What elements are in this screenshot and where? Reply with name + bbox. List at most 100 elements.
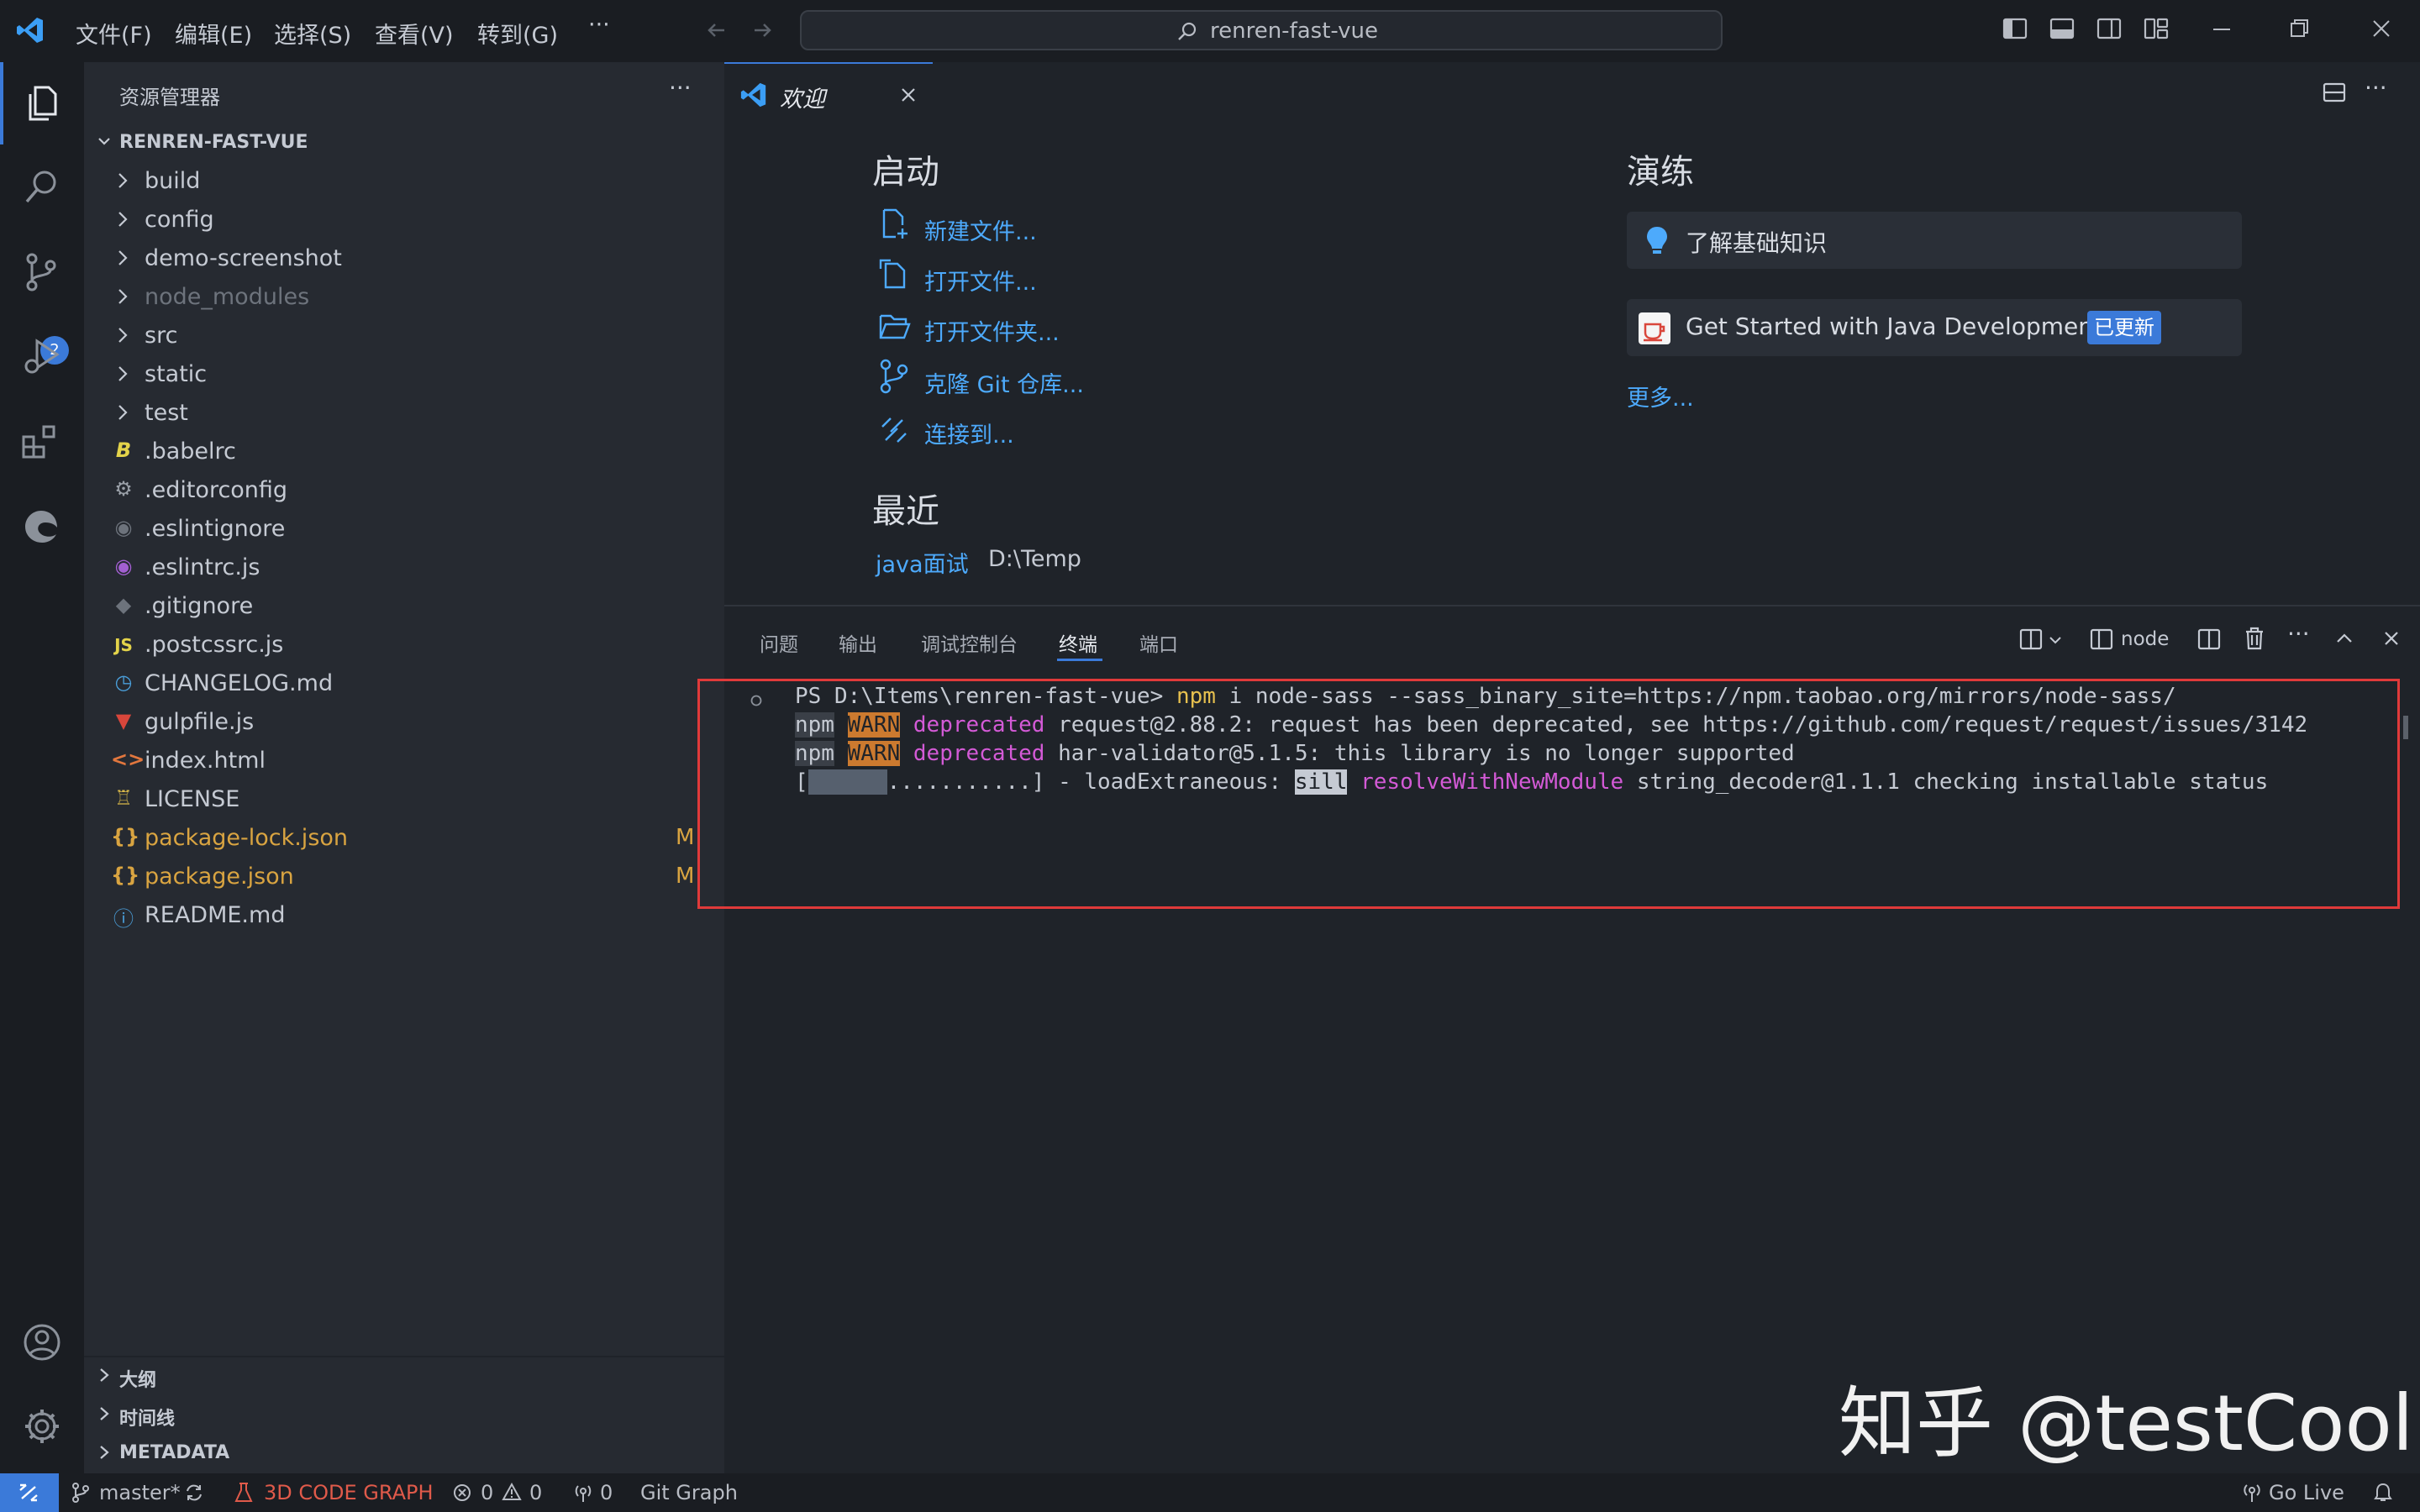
tree-item-label: .eslintignore	[145, 516, 286, 542]
chevron-down-icon[interactable]	[2047, 632, 2064, 648]
back-arrow-icon[interactable]	[704, 15, 729, 45]
ports-broadcast-icon[interactable]	[571, 1482, 595, 1504]
new-file-link[interactable]: 新建文件...	[924, 213, 1037, 246]
panel-more-button[interactable]: ···	[2287, 620, 2310, 648]
tree-folder-config[interactable]: config	[84, 202, 724, 239]
start-heading: 启动	[872, 153, 939, 192]
walkthrough-basics[interactable]: 了解基础知识	[1627, 212, 2242, 269]
tree-folder-build[interactable]: build	[84, 163, 724, 200]
settings-gear-icon[interactable]	[18, 1403, 66, 1450]
panel-tab-terminal[interactable]: 终端	[1059, 628, 1097, 657]
menu-go[interactable]: 转到(G)	[477, 17, 558, 50]
tree-folder-test[interactable]: test	[84, 395, 724, 432]
menu-edit[interactable]: 编辑(E)	[175, 17, 252, 50]
accounts-icon[interactable]	[18, 1319, 66, 1366]
ports-count[interactable]: 0	[600, 1481, 613, 1504]
tab-welcome[interactable]: 欢迎	[724, 62, 933, 124]
menu-file[interactable]: 文件(F)	[76, 17, 152, 50]
tree-folder-node-modules[interactable]: node_modules	[84, 279, 724, 316]
clone-git-link[interactable]: 克隆 Git 仓库...	[924, 366, 1084, 399]
section-label: 时间线	[119, 1409, 176, 1430]
customize-layout-icon[interactable]	[2143, 15, 2170, 42]
section-metadata[interactable]: METADATA	[84, 1435, 724, 1472]
error-icon[interactable]	[452, 1483, 472, 1503]
menu-selection[interactable]: 选择(S)	[274, 17, 351, 50]
tree-file-gulpfile[interactable]: ▼ gulpfile.js	[84, 704, 724, 741]
maximize-panel-icon[interactable]	[2333, 627, 2356, 650]
chevron-right-icon	[118, 366, 128, 381]
explorer-icon[interactable]	[18, 79, 66, 126]
source-control-icon[interactable]	[18, 249, 66, 296]
tree-file-editorconfig[interactable]: ⚙ .editorconfig	[84, 472, 724, 509]
tree-file-index-html[interactable]: <> index.html	[84, 743, 724, 780]
toggle-secondary-sidebar-icon[interactable]	[2096, 15, 2123, 42]
project-root[interactable]: RENREN-FAST-VUE	[84, 124, 724, 161]
notifications-bell-icon[interactable]	[2373, 1482, 2393, 1504]
vscode-logo-icon[interactable]	[15, 15, 45, 45]
tree-file-eslintignore[interactable]: ◉ .eslintignore	[84, 511, 724, 548]
toggle-sidebar-icon[interactable]	[2002, 15, 2028, 42]
tree-file-readme[interactable]: ⓘ README.md	[84, 897, 724, 934]
editor-more-button[interactable]: ···	[2365, 74, 2387, 102]
warning-count[interactable]: 0	[529, 1481, 542, 1504]
section-outline[interactable]: 大纲	[84, 1357, 724, 1394]
error-count[interactable]: 0	[481, 1481, 493, 1504]
split-editor-icon[interactable]	[2321, 79, 2348, 106]
tree-file-eslintrc[interactable]: ◉ .eslintrc.js	[84, 549, 724, 586]
menu-view[interactable]: 查看(V)	[375, 17, 454, 50]
recent-item-link[interactable]: java面试	[876, 546, 969, 579]
toggle-panel-icon[interactable]	[2049, 15, 2075, 42]
command-center-search[interactable]: renren-fast-vue	[800, 10, 1723, 50]
open-folder-link[interactable]: 打开文件夹...	[924, 314, 1060, 347]
tree-folder-demo-screenshot[interactable]: demo-screenshot	[84, 240, 724, 277]
tree-folder-static[interactable]: static	[84, 356, 724, 393]
tree-file-license[interactable]: ♖ LICENSE	[84, 781, 724, 818]
trash-icon[interactable]	[2242, 625, 2267, 652]
warning-icon[interactable]	[501, 1482, 523, 1502]
new-terminal-split-icon[interactable]	[2018, 627, 2044, 652]
sidebar-more-button[interactable]: ···	[669, 74, 692, 102]
tree-file-changelog[interactable]: ◷ CHANGELOG.md	[84, 665, 724, 702]
tree-file-gitignore[interactable]: ◆ .gitignore	[84, 588, 724, 625]
menu-more[interactable]: ···	[588, 12, 610, 38]
tree-file-package-lock[interactable]: {} package-lock.json M	[84, 820, 724, 857]
more-walkthroughs-link[interactable]: 更多...	[1627, 380, 1694, 412]
edge-devtools-icon[interactable]	[18, 502, 66, 549]
tree-file-package-json[interactable]: {} package.json M	[84, 858, 724, 895]
search-view-icon[interactable]	[18, 163, 66, 210]
connect-to-link[interactable]: 连接到...	[924, 417, 1014, 449]
branch-name[interactable]: master*	[99, 1481, 181, 1504]
restore-icon[interactable]	[2286, 15, 2312, 42]
walkthrough-label: 了解基础知识	[1686, 229, 1828, 257]
section-timeline[interactable]: 时间线	[84, 1396, 724, 1433]
tree-file-postcssrc[interactable]: JS .postcssrc.js	[84, 627, 724, 664]
open-file-link[interactable]: 打开文件...	[924, 264, 1037, 297]
terminal-scrollbar[interactable]	[2403, 716, 2408, 739]
git-graph-button[interactable]: Git Graph	[640, 1481, 738, 1504]
sync-icon[interactable]	[183, 1482, 205, 1504]
panel-tab-output[interactable]: 输出	[839, 628, 877, 657]
close-window-icon[interactable]	[2368, 15, 2395, 42]
license-file-icon: ♖	[114, 786, 133, 810]
extensions-icon[interactable]	[18, 418, 66, 465]
go-live-button[interactable]: Go Live	[2269, 1481, 2344, 1504]
split-terminal-icon[interactable]	[2196, 627, 2222, 652]
tree-file-babelrc[interactable]: B .babelrc	[84, 433, 724, 470]
tree-folder-src[interactable]: src	[84, 318, 724, 354]
terminal-instance-label[interactable]: node	[2121, 628, 2169, 650]
code-graph-label[interactable]: 3D CODE GRAPH	[264, 1481, 434, 1504]
project-name: RENREN-FAST-VUE	[119, 132, 308, 153]
remote-indicator[interactable]	[0, 1473, 59, 1512]
panel-tab-debug-console[interactable]: 调试控制台	[921, 628, 1018, 657]
panel-tab-ports[interactable]: 端口	[1139, 628, 1178, 657]
forward-arrow-icon[interactable]	[750, 15, 775, 45]
go-live-icon	[2244, 1484, 2260, 1502]
panel-tab-problems[interactable]: 问题	[760, 628, 798, 657]
activity-bar: 2	[0, 62, 84, 1473]
run-debug-icon[interactable]	[18, 333, 66, 380]
close-panel-icon[interactable]	[2380, 627, 2403, 650]
chevron-right-icon	[118, 212, 128, 227]
close-tab-icon[interactable]	[897, 84, 919, 106]
walkthrough-java[interactable]: Get Started with Java Development 已更新	[1627, 299, 2242, 356]
minimize-icon[interactable]	[2208, 15, 2235, 42]
